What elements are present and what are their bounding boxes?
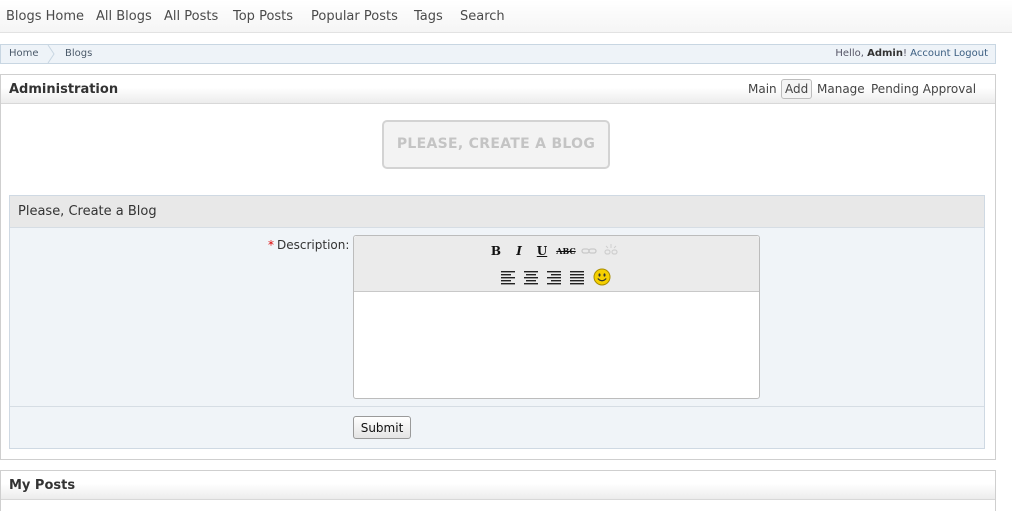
my-posts-panel: My Posts [0,470,996,511]
form-title: Please, Create a Blog [18,204,157,219]
nav-tags[interactable]: Tags [414,9,443,24]
align-justify-icon[interactable] [569,269,585,285]
breadcrumb-blogs[interactable]: Blogs [65,48,92,59]
description-editor: B I U ABC [353,235,760,399]
submit-button[interactable]: Submit [353,416,411,439]
editor-toolbar: B I U ABC [354,236,759,292]
nav-blogs-home[interactable]: Blogs Home [6,9,84,24]
tab-add[interactable]: Add [781,79,813,99]
my-posts-title: My Posts [9,478,76,493]
account-link[interactable]: Account [910,48,950,59]
strikethrough-icon[interactable]: ABC [556,243,576,259]
tab-manage[interactable]: Manage [817,82,865,96]
align-left-icon[interactable] [500,269,516,285]
logout-link[interactable]: Logout [954,48,988,59]
breadcrumb-separator-icon [47,45,55,63]
bold-icon[interactable]: B [488,243,504,259]
form-divider [10,406,984,407]
tab-pending-approval[interactable]: Pending Approval [871,82,976,96]
nav-all-posts[interactable]: All Posts [164,9,218,24]
smiley-icon[interactable] [593,268,611,286]
link-icon[interactable] [581,243,597,259]
breadcrumb: Home Blogs Hello, Admin! Account Logout [0,44,996,64]
nav-all-blogs[interactable]: All Blogs [96,9,152,24]
required-marker: * [268,238,274,252]
username: Admin [867,48,903,59]
nav-search[interactable]: Search [460,9,505,24]
greeting-suffix: ! [902,48,907,59]
underline-icon[interactable]: U [534,243,550,259]
align-right-icon[interactable] [546,269,562,285]
top-navigation: Blogs Home All Blogs All Posts Top Posts… [0,0,1012,33]
breadcrumb-home[interactable]: Home [9,48,39,59]
unlink-icon[interactable] [603,243,619,259]
nav-popular-posts[interactable]: Popular Posts [311,9,398,24]
form-header: Please, Create a Blog [10,196,984,228]
align-center-icon[interactable] [523,269,539,285]
italic-icon[interactable]: I [511,243,527,259]
user-greeting: Hello, Admin! Account Logout [835,48,988,59]
create-blog-button[interactable]: PLEASE, CREATE A BLOG [382,120,610,169]
administration-header: Administration Main Add Manage Pending A… [1,75,995,104]
description-label-text: Description: [277,238,350,252]
tab-main[interactable]: Main [748,82,777,96]
my-posts-header: My Posts [1,471,995,500]
editor-text-area[interactable] [354,292,759,396]
nav-top-posts[interactable]: Top Posts [233,9,293,24]
greeting-prefix: Hello, [835,48,868,59]
description-label: * Description: [268,238,349,252]
create-blog-form: Please, Create a Blog * Description: B I … [9,195,985,449]
administration-title: Administration [9,82,119,97]
administration-panel: Administration Main Add Manage Pending A… [0,74,996,460]
